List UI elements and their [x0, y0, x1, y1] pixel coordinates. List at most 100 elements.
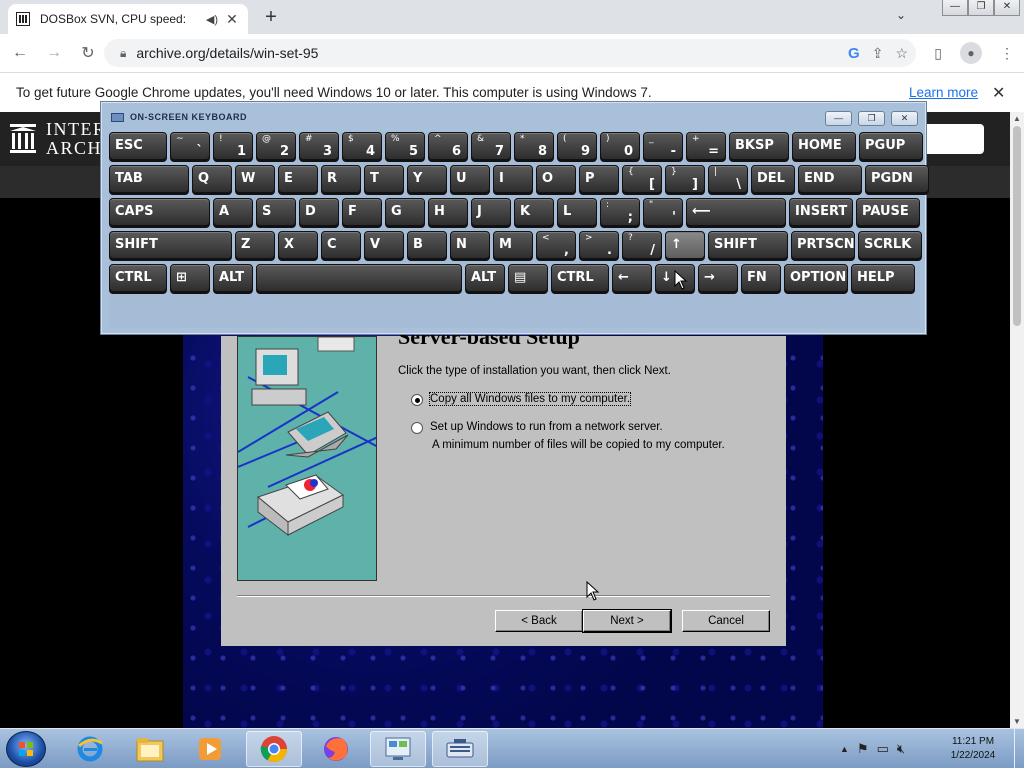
osk-key-fn[interactable]: FN: [741, 264, 781, 294]
tab-search-icon[interactable]: ⌄: [896, 8, 906, 22]
osk-key-z[interactable]: Z: [235, 231, 275, 261]
osk-key-p[interactable]: P: [579, 165, 619, 195]
osk-key-k[interactable]: K: [514, 198, 554, 228]
osk-key-[interactable]: ▤: [508, 264, 548, 294]
osk-key-[interactable]: _ -: [643, 132, 683, 162]
osk-key-8[interactable]: * 8: [514, 132, 554, 162]
new-tab-button[interactable]: +: [260, 6, 282, 29]
osk-key-w[interactable]: W: [235, 165, 275, 195]
osk-key-q[interactable]: Q: [192, 165, 232, 195]
file-explorer-icon[interactable]: [122, 731, 178, 767]
page-scrollbar[interactable]: ▲ ▼: [1010, 112, 1024, 728]
back-button[interactable]: ←: [6, 39, 34, 67]
osk-key-[interactable]: >.: [579, 231, 619, 261]
google-lens-icon[interactable]: G: [848, 45, 860, 62]
osk-key-[interactable]: " ': [643, 198, 683, 228]
osk-key-[interactable]: ⊞: [170, 264, 210, 294]
osk-key-b[interactable]: B: [407, 231, 447, 261]
osk-key-0[interactable]: ) 0: [600, 132, 640, 162]
osk-key-5[interactable]: % 5: [385, 132, 425, 162]
osk-key-3[interactable]: #3: [299, 132, 339, 162]
osk-key-t[interactable]: T: [364, 165, 404, 195]
start-button[interactable]: [6, 731, 46, 767]
scroll-thumb[interactable]: [1013, 126, 1021, 326]
osk-key-j[interactable]: J: [471, 198, 511, 228]
osk-key-9[interactable]: (9: [557, 132, 597, 162]
forward-button[interactable]: →: [40, 39, 68, 67]
osk-key-4[interactable]: $4: [342, 132, 382, 162]
osk-key-o[interactable]: O: [536, 165, 576, 195]
osk-key-7[interactable]: & 7: [471, 132, 511, 162]
archive-search-input[interactable]: [920, 124, 984, 154]
osk-key-e[interactable]: E: [278, 165, 318, 195]
osk-key-[interactable]: ↑: [665, 231, 705, 261]
media-player-icon[interactable]: [182, 731, 238, 767]
menu-kebab-icon[interactable]: ⋮: [1000, 45, 1014, 62]
option-network-server-label[interactable]: Set up Windows to run from a network ser…: [430, 421, 663, 433]
osk-key-prtscn[interactable]: PRTSCN: [791, 231, 855, 261]
audio-playing-icon[interactable]: ◀): [206, 13, 218, 26]
osk-key-[interactable]: ? /: [622, 231, 662, 261]
osk-key-[interactable]: <,: [536, 231, 576, 261]
osk-key-shift[interactable]: SHIFT: [708, 231, 788, 261]
radio-copy-files[interactable]: [411, 394, 423, 406]
osk-key-1[interactable]: ! 1: [213, 132, 253, 162]
osk-restore-button[interactable]: ❐: [858, 111, 885, 126]
osk-key-ctrl[interactable]: CTRL: [551, 264, 609, 294]
osk-key-pgdn[interactable]: PGDN: [865, 165, 929, 195]
osk-key-n[interactable]: N: [450, 231, 490, 261]
profile-avatar-icon[interactable]: ●: [960, 42, 982, 64]
osk-key-g[interactable]: G: [385, 198, 425, 228]
learn-more-link[interactable]: Learn more: [909, 85, 978, 100]
osk-titlebar[interactable]: ON-SCREEN KEYBOARD: [101, 102, 926, 132]
option-network-server[interactable]: Set up Windows to run from a network ser…: [411, 421, 663, 434]
osk-key-scrlk[interactable]: SCRLK: [858, 231, 922, 261]
tab-dosbox[interactable]: DOSBox SVN, CPU speed: ◀) ✕: [8, 4, 248, 34]
osk-key-del[interactable]: DEL: [751, 165, 795, 195]
chrome-icon[interactable]: [246, 731, 302, 767]
osk-key-[interactable]: {[: [622, 165, 662, 195]
share-icon[interactable]: ⇪: [872, 45, 884, 62]
osk-key-x[interactable]: X: [278, 231, 318, 261]
on-screen-keyboard-taskbar-icon[interactable]: [432, 731, 488, 767]
osk-key-[interactable]: | \: [708, 165, 748, 195]
osk-key-h[interactable]: H: [428, 198, 468, 228]
option-copy-files[interactable]: Copy all Windows files to my computer.: [411, 392, 632, 406]
archive-logo-icon[interactable]: [10, 124, 36, 154]
osk-key-6[interactable]: ^ 6: [428, 132, 468, 162]
osk-key-alt[interactable]: ALT: [465, 264, 505, 294]
osk-minimize-button[interactable]: —: [825, 111, 852, 126]
reload-button[interactable]: ↻: [74, 39, 102, 67]
osk-key-tab[interactable]: TAB: [109, 165, 189, 195]
radio-network-server[interactable]: [411, 422, 423, 434]
osk-key-m[interactable]: M: [493, 231, 533, 261]
side-panel-icon[interactable]: ▯: [934, 45, 942, 62]
osk-key-space[interactable]: [256, 264, 462, 294]
action-center-flag-icon[interactable]: ⚑: [857, 741, 869, 757]
osk-key-shift[interactable]: SHIFT: [109, 231, 232, 261]
osk-key-[interactable]: }]: [665, 165, 705, 195]
option-copy-files-label[interactable]: Copy all Windows files to my computer.: [428, 392, 632, 406]
control-panel-icon[interactable]: [370, 731, 426, 767]
network-icon[interactable]: ▭: [877, 741, 889, 757]
cancel-button[interactable]: Cancel: [682, 610, 770, 632]
lock-icon[interactable]: 🔒︎: [120, 46, 126, 61]
osk-key-[interactable]: ←: [612, 264, 652, 294]
address-bar[interactable]: 🔒︎ archive.org/details/win-set-95 G ⇪ ☆: [104, 39, 916, 67]
osk-key-y[interactable]: Y: [407, 165, 447, 195]
infobar-close-icon[interactable]: ✕: [992, 83, 1005, 103]
osk-key-home[interactable]: HOME: [792, 132, 856, 162]
scroll-up-icon[interactable]: ▲: [1013, 114, 1021, 123]
minimize-button[interactable]: —: [942, 0, 968, 16]
osk-key-insert[interactable]: INSERT: [789, 198, 853, 228]
osk-key-options[interactable]: OPTIONS: [784, 264, 848, 294]
osk-key-r[interactable]: R: [321, 165, 361, 195]
osk-key-end[interactable]: END: [798, 165, 862, 195]
osk-key-pgup[interactable]: PGUP: [859, 132, 923, 162]
taskbar-clock[interactable]: 11:21 PM 1/22/2024: [940, 735, 1006, 763]
show-hidden-icons-icon[interactable]: ▲: [840, 744, 849, 754]
back-button-setup[interactable]: < Back: [495, 610, 583, 632]
osk-key-caps[interactable]: CAPS: [109, 198, 210, 228]
bookmark-star-icon[interactable]: ☆: [895, 45, 908, 62]
osk-key-ctrl[interactable]: CTRL: [109, 264, 167, 294]
